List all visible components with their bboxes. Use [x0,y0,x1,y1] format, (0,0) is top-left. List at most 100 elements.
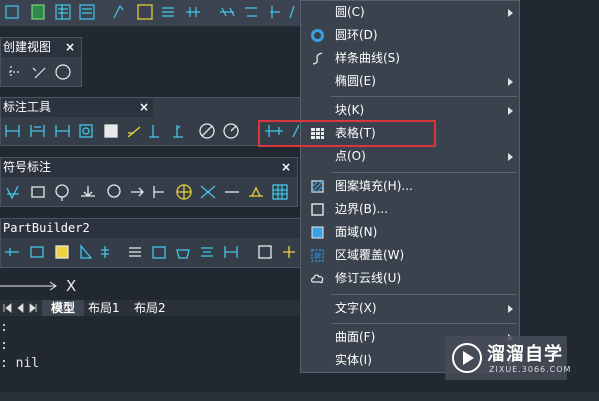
submenu-arrow-icon [508,9,513,17]
status-bar [0,392,599,401]
menu-item-label: 圆环(D) [335,28,378,42]
view-icon-1 [9,66,19,78]
tb-icon-11 [270,6,280,18]
submenu-arrow-icon [508,305,513,313]
close-icon[interactable]: × [65,38,75,57]
tb-icon-3-grid [58,5,68,19]
dim-icon-1 [5,125,20,137]
tb-icon-10 [245,7,257,17]
menu-item-label: 面域(N) [335,225,378,239]
pb-icon-8 [176,249,190,259]
menu-separator [331,294,517,295]
wipeout-icon [311,249,324,262]
pb-icon-3 [55,245,69,259]
sym-icon-12-grid [273,185,287,199]
pb-icon-1 [5,248,19,256]
sym-icon-4 [81,186,95,197]
menu-item-revcloud[interactable]: 修订云线(U) [301,267,519,290]
panel-title: PartBuilder2 [1,219,301,238]
menu-separator [331,323,517,324]
menu-item-label: 图案填充(H)... [335,179,413,193]
menu-item-label: 块(K) [335,103,365,117]
watermark-brand: 溜溜自学 [487,344,563,365]
hatch-icon [311,180,324,193]
menu-separator [331,96,517,97]
tb-icon-3 [55,4,71,20]
sym-icon-3 [55,184,69,198]
menu-item-boundary[interactable]: 边界(B)... [301,198,519,221]
sym-icon-2 [31,186,45,198]
menu-item-label: 边界(B)... [335,202,389,216]
sym-icon-5 [107,184,121,198]
menu-item-point[interactable]: 点(O) [301,145,519,168]
tb-icon-7 [162,7,174,17]
tab-nav-arrows[interactable] [2,303,40,313]
close-icon[interactable]: × [139,98,149,117]
menu-item-label: 修订云线(U) [335,271,402,285]
dim-icon-2 [30,125,45,137]
tab-model[interactable]: 模型 [42,300,84,316]
pb-icon-4 [80,244,93,259]
panel-create-view-icons[interactable] [5,62,77,82]
watermark: 溜溜自学 ZIXUE.3066.COM [445,336,570,380]
menu-item-circle[interactable]: 圆(C) [301,1,519,24]
draw-menu: 圆(C) 圆环(D) 样条曲线(S) 椭圆(E) 块(K) 表格(T) 点(O)… [300,0,520,373]
panel-symbol-icons[interactable] [3,182,295,202]
top-toolbar [0,0,302,27]
menu-item-block[interactable]: 块(K) [301,99,519,122]
tb-icon-6 [137,4,153,20]
menu-item-text[interactable]: 文字(X) [301,297,519,320]
revcloud-icon [311,274,324,284]
sym-icon-6 [131,187,144,197]
tab-layout2[interactable]: 布局2 [134,300,166,316]
command-history-line: : [0,320,8,335]
pb-icon-2 [30,246,44,258]
tb-icon-4 [79,4,95,20]
panel-title: 符号标注 [1,158,297,177]
region-icon [311,226,324,239]
menu-item-label: 样条曲线(S) [335,51,400,65]
pb-icon-7 [152,246,166,259]
tb-icon-2 [31,4,45,20]
command-history-line: : nil [0,356,40,371]
tb-icon-1 [5,5,19,19]
menu-item-label: 曲面(F) [335,330,376,344]
x-axis-arrow [0,281,57,291]
menu-item-region[interactable]: 面域(N) [301,221,519,244]
pb-icon-9 [201,247,213,257]
menu-item-spline[interactable]: 样条曲线(S) [301,47,519,70]
menu-separator [331,172,517,173]
sym-icon-7 [153,186,164,198]
tb-icon-4-lines [82,8,92,14]
tb-icon-9 [220,7,235,17]
view-icon-2 [32,67,46,79]
top-toolbar-icons[interactable] [0,0,302,26]
panel-partbuilder-icons[interactable] [3,242,299,262]
submenu-arrow-icon [508,107,513,115]
panel-create-view: 创建视图 × [0,37,82,87]
sym-icon-1 [6,185,19,200]
panel-partbuilder: PartBuilder2 [0,218,302,268]
layout-tabs: 模型 布局1 布局2 [0,300,300,316]
x-axis-label: X [66,277,76,295]
tab-layout1[interactable]: 布局1 [88,300,120,316]
menu-item-label: 圆(C) [335,5,365,19]
panel-dimension-icons[interactable] [3,121,299,141]
dim-icon-7 [149,125,159,138]
tb-icon-8 [186,7,200,17]
tb-icon-12 [289,5,295,19]
close-icon[interactable]: × [281,158,291,177]
dim-icon-8 [173,125,183,138]
menu-item-wipeout[interactable]: 区域覆盖(W) [301,244,519,267]
submenu-arrow-icon [508,153,513,161]
menu-item-donut[interactable]: 圆环(D) [301,24,519,47]
menu-item-label: 椭圆(E) [335,74,376,88]
menu-item-hatch[interactable]: 图案填充(H)... [301,175,519,198]
donut-icon [311,29,324,42]
dim-icon-10-line [230,125,237,132]
tb-icon-5 [113,4,124,19]
ucs-axis: X [0,277,76,295]
menu-item-ellipse[interactable]: 椭圆(E) [301,70,519,93]
sym-icon-12 [272,184,288,200]
watermark-logo-icon [452,343,482,373]
